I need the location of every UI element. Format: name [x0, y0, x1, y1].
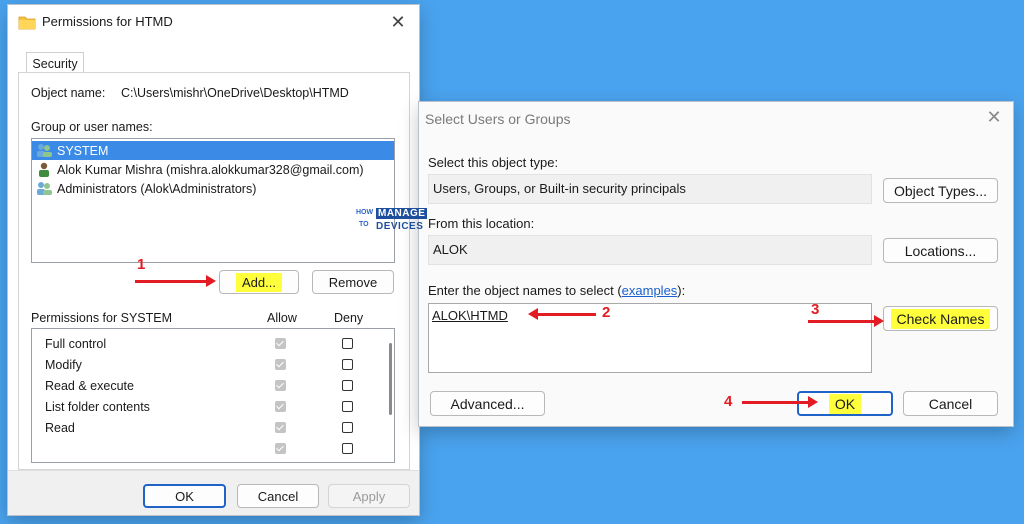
add-button-label: Add... — [236, 272, 282, 292]
arrow-step-1 — [135, 275, 216, 287]
check-names-button[interactable]: Check Names — [883, 306, 998, 331]
users-group-icon — [37, 182, 52, 195]
ok-label: OK — [828, 393, 862, 414]
user-icon — [39, 162, 49, 177]
ok-button[interactable]: OK — [143, 484, 226, 508]
logo-devices: DEVICES — [376, 221, 424, 232]
cancel-button[interactable]: Cancel — [237, 484, 319, 508]
permission-row: Read & execute — [32, 376, 394, 397]
allow-checkbox[interactable] — [275, 359, 286, 370]
permission-name: Modify — [45, 358, 82, 372]
apply-button[interactable]: Apply — [328, 484, 410, 508]
select-title: Select Users or Groups — [425, 111, 571, 127]
list-item-label: SYSTEM — [57, 143, 109, 158]
permission-name: List folder contents — [45, 400, 150, 414]
object-types-button[interactable]: Object Types... — [883, 178, 998, 203]
permission-name: Read & execute — [45, 379, 134, 393]
select-users-dialog: Select Users or Groups ✕ Select this obj… — [419, 102, 1013, 426]
object-name-label: Object name: — [31, 86, 106, 100]
users-listbox[interactable]: SYSTEM Alok Kumar Mishra (mishra.alokkum… — [31, 138, 395, 263]
list-item-label: Administrators (Alok\Administrators) — [57, 181, 257, 196]
step-number-1: 1 — [137, 256, 146, 273]
allow-checkbox[interactable] — [275, 401, 286, 412]
list-item[interactable]: Alok Kumar Mishra (mishra.alokkumar328@g… — [32, 160, 394, 179]
enter-names-suffix: ): — [677, 283, 686, 298]
arrow-step-3 — [808, 315, 884, 327]
list-item-label: Alok Kumar Mishra (mishra.alokkumar328@g… — [57, 162, 364, 177]
allow-checkbox[interactable] — [275, 422, 286, 433]
location-field: ALOK — [428, 235, 872, 265]
close-icon[interactable]: ✕ — [387, 11, 409, 33]
enter-names-prefix: Enter the object names to select ( — [428, 283, 622, 298]
tab-security[interactable]: Security — [26, 52, 84, 74]
close-icon[interactable]: ✕ — [983, 106, 1005, 128]
advanced-button[interactable]: Advanced... — [430, 391, 545, 416]
permission-row: List folder contents — [32, 397, 394, 418]
logo-to: TO — [359, 221, 369, 228]
group-label: Group or user names: — [31, 120, 153, 134]
arrow-step-2 — [536, 313, 596, 316]
deny-checkbox[interactable] — [342, 338, 353, 349]
deny-checkbox[interactable] — [342, 443, 353, 454]
permission-row: Modify — [32, 355, 394, 376]
step-number-3: 3 — [811, 301, 820, 318]
object-type-field: Users, Groups, or Built-in security prin… — [428, 174, 872, 204]
deny-header: Deny — [334, 311, 364, 325]
permission-row-partial — [32, 439, 394, 460]
deny-checkbox[interactable] — [342, 422, 353, 433]
location-label: From this location: — [428, 216, 535, 231]
how-to-manage-devices-logo: HOW TO MANAGE DEVICES — [356, 207, 438, 239]
deny-checkbox[interactable] — [342, 401, 353, 412]
deny-checkbox[interactable] — [342, 359, 353, 370]
permission-row: Read — [32, 418, 394, 439]
list-item[interactable]: SYSTEM — [32, 141, 394, 160]
step-number-4: 4 — [724, 393, 733, 410]
scrollbar[interactable] — [389, 343, 392, 415]
object-names-value: ALOK\HTMD — [432, 308, 508, 323]
locations-button[interactable]: Locations... — [883, 238, 998, 263]
list-item[interactable]: Administrators (Alok\Administrators) — [32, 179, 394, 198]
examples-link[interactable]: examples — [622, 283, 678, 298]
allow-checkbox[interactable] — [275, 380, 286, 391]
enter-names-label: Enter the object names to select (exampl… — [428, 283, 685, 298]
folder-icon — [18, 16, 36, 30]
allow-header: Allow — [267, 311, 297, 325]
arrow-step-4 — [742, 396, 818, 408]
permission-name: Full control — [45, 337, 107, 351]
perm-header: Permissions for SYSTEM — [31, 311, 173, 325]
remove-button[interactable]: Remove — [312, 270, 394, 294]
permissions-titlebar: Permissions for HTMD ✕ — [8, 5, 419, 39]
permission-name: Read — [45, 421, 75, 435]
object-type-label: Select this object type: — [428, 155, 559, 170]
logo-how: HOW — [356, 209, 374, 216]
logo-manage: MANAGE — [376, 208, 428, 219]
cancel-button[interactable]: Cancel — [903, 391, 998, 416]
allow-checkbox[interactable] — [275, 338, 286, 349]
object-name-value: C:\Users\mishr\OneDrive\Desktop\HTMD — [121, 86, 349, 100]
users-group-icon — [37, 144, 52, 157]
permissions-title: Permissions for HTMD — [42, 14, 173, 29]
permissions-dialog: Permissions for HTMD ✕ Security Object n… — [8, 5, 419, 515]
add-button[interactable]: Add... — [219, 270, 299, 294]
step-number-2: 2 — [602, 304, 611, 321]
check-names-label: Check Names — [890, 308, 991, 329]
deny-checkbox[interactable] — [342, 380, 353, 391]
allow-checkbox[interactable] — [275, 443, 286, 454]
permission-row: Full control — [32, 334, 394, 355]
permissions-list: Full control Modify Read & execute List … — [31, 328, 395, 463]
object-names-input[interactable]: ALOK\HTMD — [428, 303, 872, 373]
